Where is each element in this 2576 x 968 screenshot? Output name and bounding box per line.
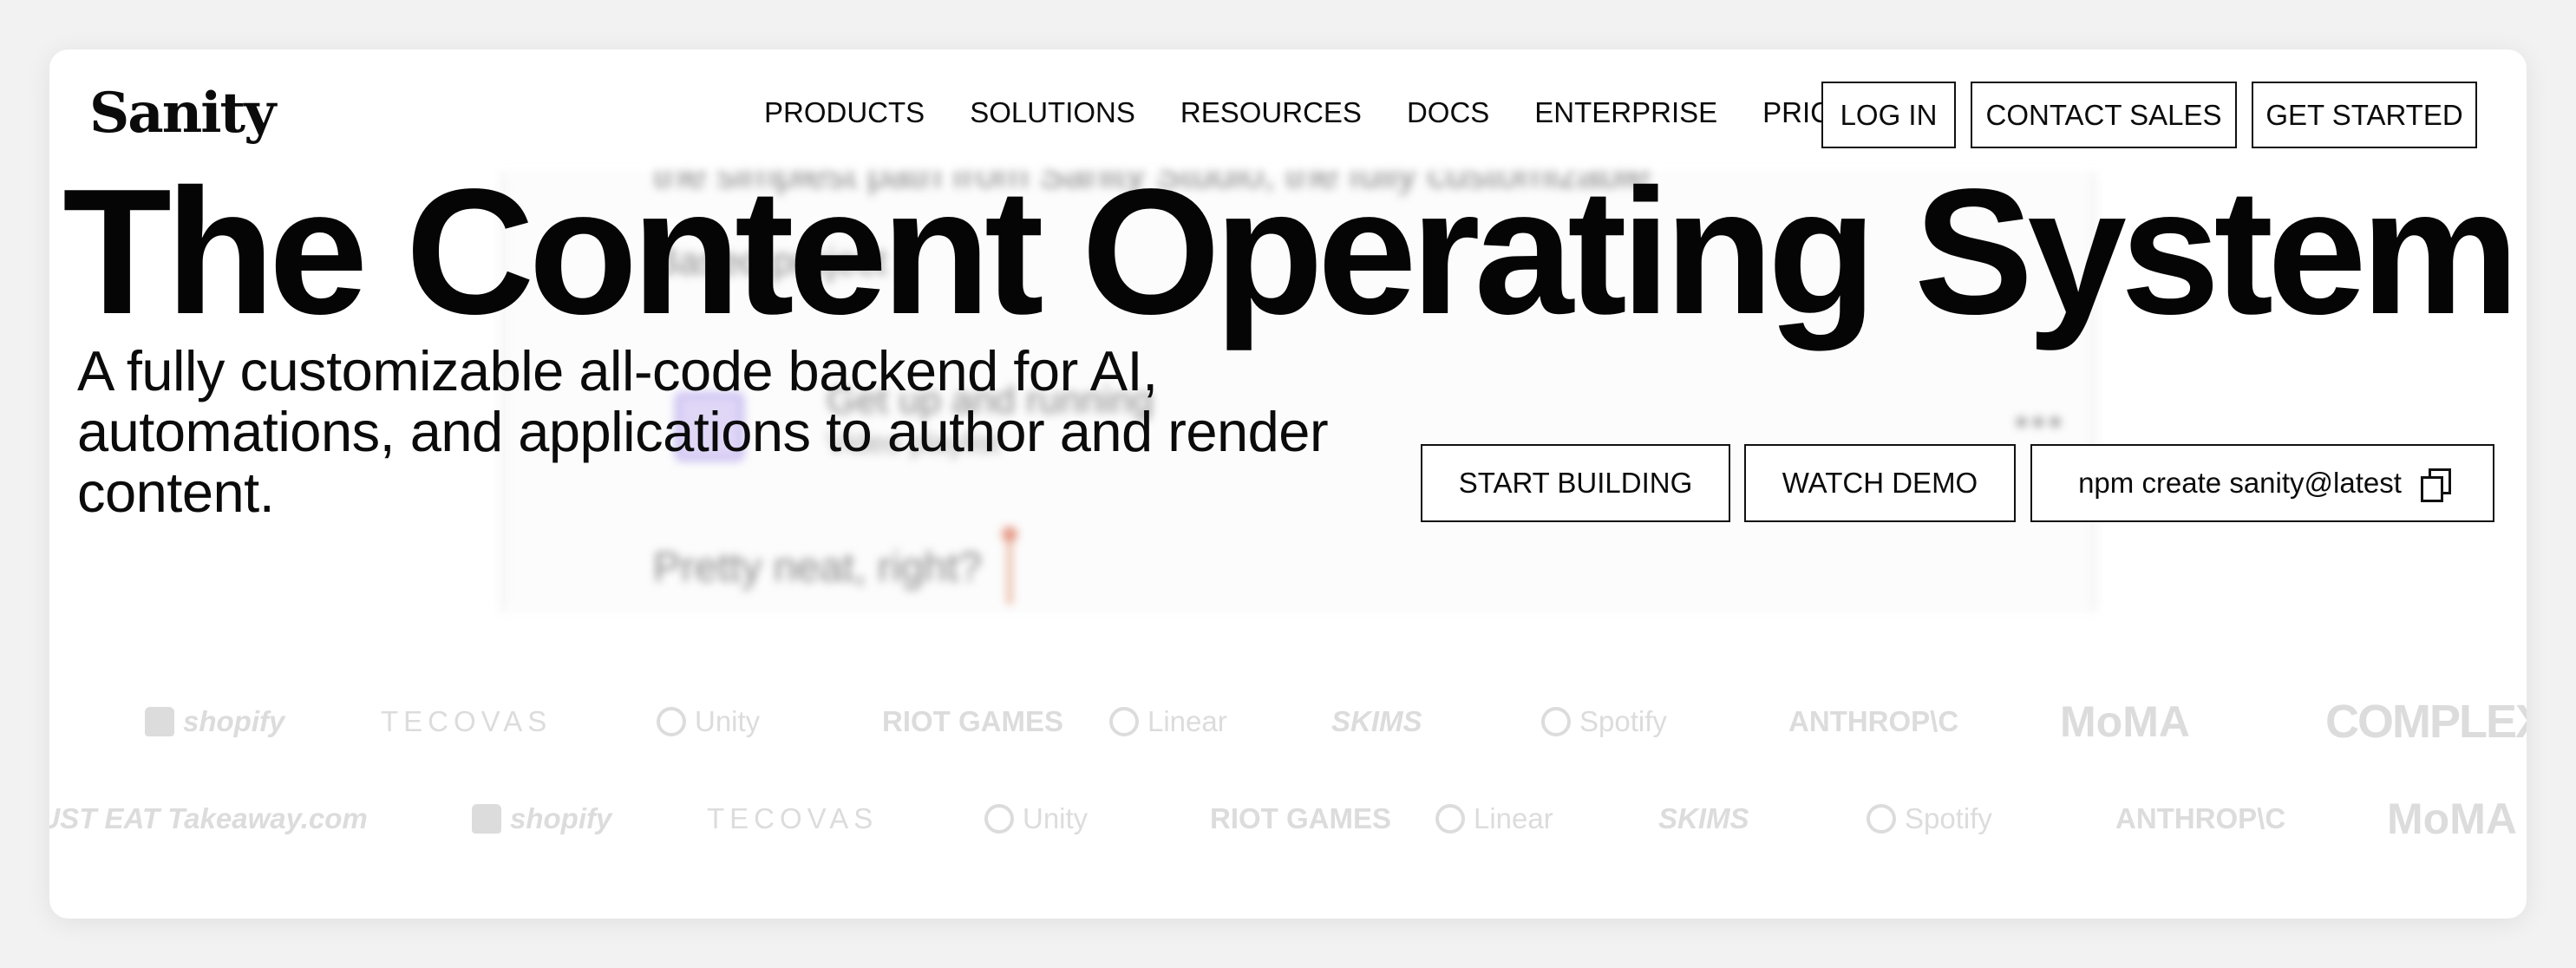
watch-demo-button[interactable]: WATCH DEMO (1744, 444, 2016, 522)
spotify-icon (1541, 707, 1571, 736)
tecovas-logo: TECOVAS (707, 802, 879, 834)
contact-sales-button[interactable]: CONTACT SALES (1971, 82, 2237, 148)
shopify-bag-icon (472, 804, 501, 834)
start-building-button[interactable]: START BUILDING (1421, 444, 1730, 522)
anthropic-logo: ANTHROP\C (2115, 802, 2286, 834)
riot-games-logo: RIOT GAMES (882, 705, 1064, 737)
more-icon: ••• (2015, 401, 2066, 443)
moma-logo: MoMA (2060, 697, 2190, 746)
skims-logo: SKIMS (1658, 802, 1749, 834)
hero-title: The Content Operating System (62, 152, 2520, 351)
nav-enterprise[interactable]: ENTERPRISE (1534, 96, 1717, 129)
moma-logo: MoMA (2387, 795, 2517, 843)
unity-icon (657, 707, 686, 736)
anthropic-logo: ANTHROP\C (1788, 705, 1959, 737)
riot-games-logo: RIOT GAMES (1210, 802, 1392, 834)
shopify-logo: shopify (472, 793, 611, 845)
tecovas-logo: TECOVAS (381, 705, 552, 737)
main-nav: PRODUCTS SOLUTIONS RESOURCES DOCS ENTERP… (764, 96, 1882, 129)
just-eat-logo: JUST EAT Takeaway.com (49, 802, 368, 834)
sanity-logo[interactable]: Sanity (89, 81, 276, 146)
linear-logo: Linear (1435, 793, 1553, 845)
copy-icon (2420, 468, 2451, 502)
customer-logos-row: shopify TECOVAS Unity RIOT GAMES Linear … (49, 696, 2527, 748)
unity-logo: Unity (657, 696, 760, 748)
nav-docs[interactable]: DOCS (1407, 96, 1489, 129)
linear-icon (1109, 707, 1139, 736)
nav-solutions[interactable]: SOLUTIONS (970, 96, 1135, 129)
linear-icon (1435, 804, 1465, 834)
linear-logo: Linear (1109, 696, 1227, 748)
shopify-logo: shopify (145, 696, 284, 748)
customer-logos-row: JUST EAT Takeaway.com shopify TECOVAS Un… (49, 793, 2527, 845)
nav-products[interactable]: PRODUCTS (764, 96, 925, 129)
login-button[interactable]: LOG IN (1821, 82, 1956, 148)
shopify-bag-icon (145, 707, 174, 736)
unity-logo: Unity (984, 793, 1088, 845)
page-card: the simplest path from Sanity Studio, th… (49, 49, 2527, 919)
complex-logo: COMPLEX (2325, 696, 2527, 748)
spotify-logo: Spotify (1867, 793, 1992, 845)
spotify-icon (1867, 804, 1896, 834)
hero-subtitle: A fully customizable all-code backend fo… (77, 339, 1329, 524)
collaborator-cursor-icon (1002, 527, 1017, 605)
nav-resources[interactable]: RESOURCES (1180, 96, 1362, 129)
preview-typing-text: Pretty neat, right? (653, 545, 982, 591)
npm-command-copy-button[interactable]: npm create sanity@latest (2030, 444, 2494, 522)
get-started-button[interactable]: GET STARTED (2252, 82, 2477, 148)
spotify-logo: Spotify (1541, 696, 1667, 748)
unity-icon (984, 804, 1014, 834)
npm-command-text: npm create sanity@latest (2078, 467, 2402, 499)
skims-logo: SKIMS (1331, 705, 1422, 737)
